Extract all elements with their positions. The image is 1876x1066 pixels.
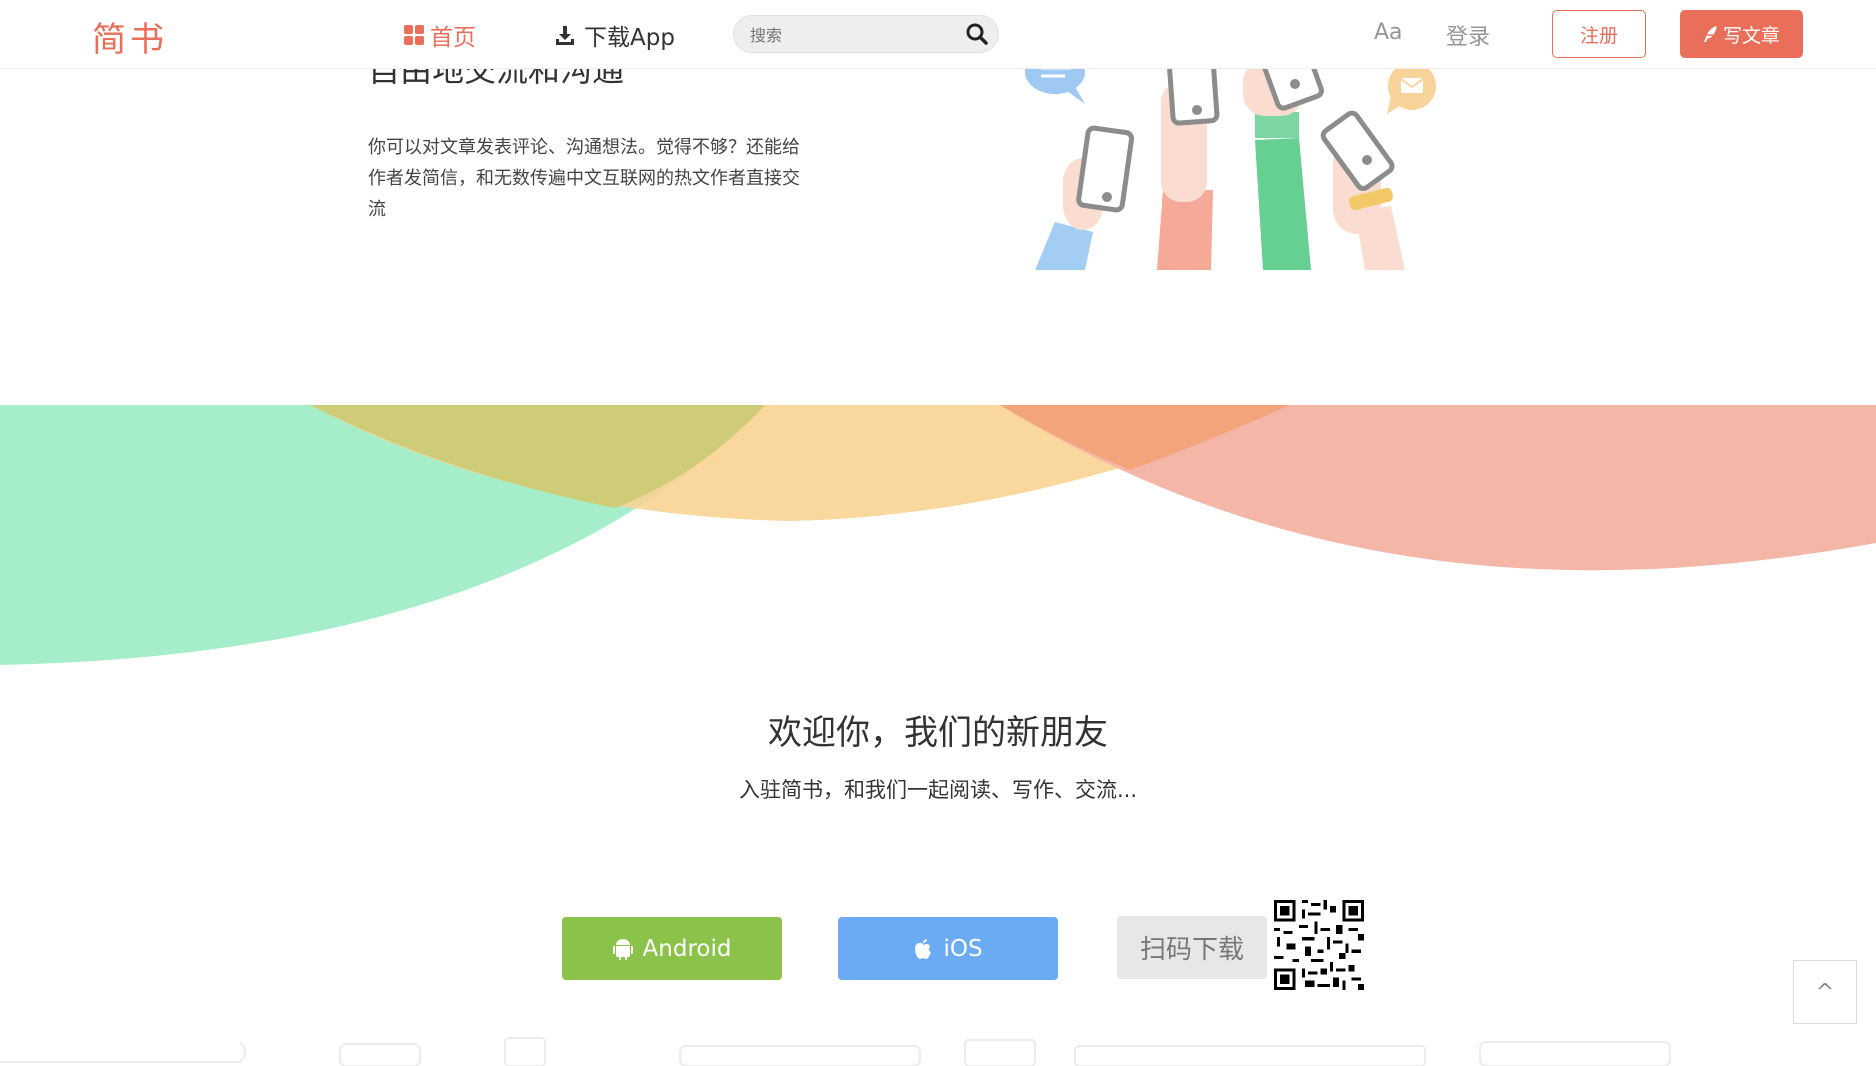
nav-download-label: 下载App	[584, 25, 675, 51]
qr-code	[1274, 900, 1364, 990]
search-icon[interactable]	[964, 21, 990, 47]
search-box	[733, 15, 999, 53]
welcome-title: 欢迎你，我们的新朋友	[768, 713, 1108, 753]
apple-icon	[915, 938, 932, 959]
hands-with-phones-illustration	[1025, 60, 1436, 270]
decorative-arcs	[0, 405, 1876, 665]
nav-download-app-link[interactable]: 下载App	[554, 18, 675, 52]
search-input[interactable]	[748, 22, 952, 48]
register-button[interactable]: 注册	[1552, 10, 1646, 58]
logo[interactable]: 简书	[92, 12, 168, 61]
ios-label: iOS	[943, 935, 983, 962]
hand-green-sleeve	[1243, 60, 1324, 270]
android-icon	[612, 938, 633, 960]
hand-pink-sleeve	[1157, 60, 1220, 270]
font-size-toggle[interactable]: Aa	[1374, 20, 1403, 45]
hand-with-watch	[1320, 110, 1405, 270]
write-article-button[interactable]: 写文章	[1680, 10, 1803, 58]
nav-home-link[interactable]: 首页	[404, 18, 476, 52]
scan-download-label: 扫码下载	[1117, 916, 1267, 979]
nav-home-label: 首页	[430, 25, 476, 51]
grid-icon	[404, 25, 424, 45]
top-navbar: 简书 首页 下载App Aa 登录 注册 写文章	[0, 0, 1876, 69]
feature-description: 你可以对文章发表评论、沟通想法。觉得不够？还能给作者发简信，和无数传遍中文互联网…	[368, 137, 800, 220]
write-article-label: 写文章	[1722, 24, 1780, 47]
download-icon	[556, 26, 574, 45]
ios-download-button[interactable]: iOS	[838, 917, 1058, 980]
feather-icon	[1703, 26, 1717, 42]
mail-bubble-icon	[1387, 62, 1436, 114]
hand-blue-sleeve	[1035, 125, 1135, 270]
login-link[interactable]: 登录	[1446, 19, 1490, 51]
android-download-button[interactable]: Android	[562, 917, 782, 980]
back-to-top-button[interactable]: ^	[1793, 960, 1857, 1024]
android-label: Android	[642, 935, 732, 962]
welcome-subtitle: 入驻简书，和我们一起阅读、写作、交流...	[738, 778, 1138, 802]
bottom-decor-sketch	[0, 1037, 1671, 1066]
